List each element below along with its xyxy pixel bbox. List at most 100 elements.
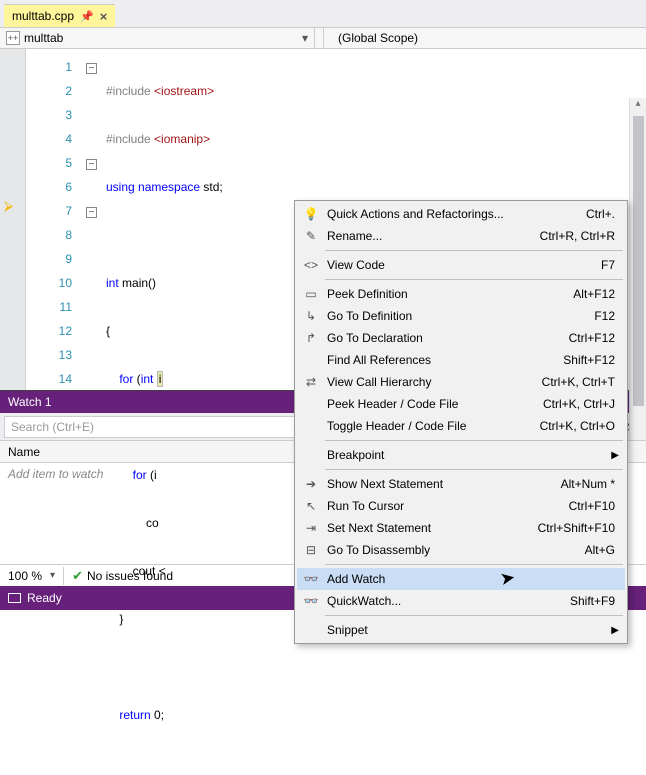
- chevron-down-icon[interactable]: ▾: [50, 570, 63, 581]
- context-menu-separator: [325, 469, 623, 470]
- nav-bar: ++ multtab ▾ (Global Scope): [0, 27, 646, 49]
- menu-item-shortcut: Ctrl+K, Ctrl+O: [540, 419, 625, 433]
- context-menu-item[interactable]: ➔ Show Next StatementAlt+Num *: [297, 473, 625, 495]
- pin-icon[interactable]: 📌: [80, 10, 94, 23]
- menu-item-shortcut: Ctrl+F12: [569, 331, 625, 345]
- menu-item-label: Find All References: [327, 353, 563, 367]
- context-menu-item[interactable]: Snippet▶: [297, 619, 625, 641]
- context-menu-item[interactable]: ⊟ Go To DisassemblyAlt+G: [297, 539, 625, 561]
- menu-item-label: Toggle Header / Code File: [327, 419, 540, 433]
- context-menu-item[interactable]: ▭Peek DefinitionAlt+F12: [297, 283, 625, 305]
- scrollbar-thumb[interactable]: [633, 116, 644, 406]
- nav-right-label: (Global Scope): [338, 31, 418, 45]
- menu-item-label: Go To Definition: [327, 309, 594, 323]
- menu-item-icon: 👓: [301, 594, 321, 608]
- menu-item-label: Peek Header / Code File: [327, 397, 543, 411]
- breakpoint-gutter[interactable]: ⮚: [0, 49, 26, 390]
- context-menu: 💡Quick Actions and Refactorings...Ctrl+.…: [294, 200, 628, 644]
- menu-item-label: Set Next Statement: [327, 521, 538, 535]
- context-menu-item[interactable]: Peek Header / Code FileCtrl+K, Ctrl+J: [297, 393, 625, 415]
- context-menu-separator: [325, 615, 623, 616]
- menu-item-icon: ↳: [301, 309, 321, 323]
- menu-item-label: Breakpoint: [327, 448, 625, 462]
- search-placeholder-label: Search (Ctrl+E): [11, 420, 94, 434]
- context-menu-item[interactable]: ↖ Run To CursorCtrl+F10: [297, 495, 625, 517]
- fold-toggle-icon[interactable]: −: [86, 159, 97, 170]
- context-menu-separator: [325, 250, 623, 251]
- scroll-up-arrow-icon[interactable]: ▴: [630, 98, 646, 109]
- current-statement-arrow-icon: ⮚: [4, 198, 13, 214]
- nav-scope-right[interactable]: (Global Scope): [324, 31, 646, 45]
- menu-item-icon: 💡: [301, 207, 321, 221]
- menu-item-shortcut: Ctrl+.: [586, 207, 625, 221]
- menu-item-shortcut: F12: [594, 309, 625, 323]
- menu-item-shortcut: Alt+Num *: [561, 477, 625, 491]
- context-menu-item[interactable]: 💡Quick Actions and Refactorings...Ctrl+.: [297, 203, 625, 225]
- file-type-icon: ++: [6, 31, 20, 45]
- file-tab[interactable]: multtab.cpp 📌 ×: [4, 4, 115, 27]
- context-menu-item[interactable]: Toggle Header / Code FileCtrl+K, Ctrl+O: [297, 415, 625, 437]
- menu-item-label: Go To Disassembly: [327, 543, 585, 557]
- menu-item-icon: ⊟: [301, 543, 321, 557]
- context-menu-item[interactable]: 👓 Add Watch: [297, 568, 625, 590]
- menu-item-shortcut: Ctrl+R, Ctrl+R: [540, 229, 625, 243]
- menu-item-icon: <>: [301, 258, 321, 272]
- check-circle-icon: ✔: [64, 568, 83, 584]
- menu-item-label: Peek Definition: [327, 287, 573, 301]
- context-menu-item[interactable]: ↳ Go To DefinitionF12: [297, 305, 625, 327]
- menu-item-shortcut: Alt+F12: [573, 287, 625, 301]
- context-menu-item[interactable]: 👓 QuickWatch...Shift+F9: [297, 590, 625, 612]
- menu-item-label: Go To Declaration: [327, 331, 569, 345]
- tab-strip: multtab.cpp 📌 ×: [0, 0, 646, 27]
- context-menu-separator: [325, 564, 623, 565]
- fold-gutter[interactable]: − − −: [86, 49, 106, 390]
- context-menu-item[interactable]: ↱Go To DeclarationCtrl+F12: [297, 327, 625, 349]
- menu-item-shortcut: Shift+F12: [563, 353, 625, 367]
- menu-item-label: Snippet: [327, 623, 625, 637]
- fold-toggle-icon[interactable]: −: [86, 63, 97, 74]
- menu-item-icon: 👓: [301, 572, 321, 586]
- close-icon[interactable]: ×: [100, 9, 108, 24]
- fold-toggle-icon[interactable]: −: [86, 207, 97, 218]
- menu-item-label: Add Watch: [327, 572, 615, 586]
- menu-item-icon: ↖: [301, 499, 321, 513]
- menu-item-label: View Code: [327, 258, 601, 272]
- menu-item-label: View Call Hierarchy: [327, 375, 542, 389]
- window-icon: [8, 593, 21, 603]
- menu-item-shortcut: Ctrl+K, Ctrl+T: [542, 375, 625, 389]
- menu-item-shortcut: Shift+F9: [570, 594, 625, 608]
- menu-item-label: QuickWatch...: [327, 594, 570, 608]
- context-menu-separator: [325, 279, 623, 280]
- submenu-arrow-icon: ▶: [611, 450, 619, 461]
- context-menu-separator: [325, 440, 623, 441]
- context-menu-item[interactable]: ⇄ View Call HierarchyCtrl+K, Ctrl+T: [297, 371, 625, 393]
- context-menu-item[interactable]: ✎ Rename...Ctrl+R, Ctrl+R: [297, 225, 625, 247]
- menu-item-shortcut: F7: [601, 258, 625, 272]
- context-menu-item[interactable]: ⇥Set Next StatementCtrl+Shift+F10: [297, 517, 625, 539]
- watch-placeholder-label: Add item to watch: [8, 467, 103, 481]
- symbol-highlight: i: [157, 371, 164, 387]
- menu-item-icon: ⇄: [301, 375, 321, 389]
- menu-item-label: Show Next Statement: [327, 477, 561, 491]
- watch-col-name-label: Name: [8, 445, 40, 459]
- nav-separator: [314, 28, 315, 48]
- nav-left-label: multtab: [24, 31, 63, 45]
- menu-item-shortcut: Ctrl+K, Ctrl+J: [543, 397, 625, 411]
- zoom-level-label[interactable]: 100 %: [0, 569, 50, 583]
- menu-item-label: Run To Cursor: [327, 499, 569, 513]
- nav-scope-left[interactable]: ++ multtab ▾: [0, 31, 314, 45]
- menu-item-icon: ➔: [301, 477, 321, 491]
- menu-item-shortcut: Ctrl+F10: [569, 499, 625, 513]
- chevron-down-icon[interactable]: ▾: [296, 31, 314, 45]
- context-menu-item[interactable]: Breakpoint▶: [297, 444, 625, 466]
- context-menu-item[interactable]: Find All ReferencesShift+F12: [297, 349, 625, 371]
- menu-item-shortcut: Alt+G: [585, 543, 625, 557]
- submenu-arrow-icon: ▶: [611, 625, 619, 636]
- context-menu-item[interactable]: <> View CodeF7: [297, 254, 625, 276]
- menu-item-shortcut: Ctrl+Shift+F10: [538, 521, 625, 535]
- line-number-gutter: 1234567891011121314: [26, 49, 86, 390]
- status-text: Ready: [27, 591, 62, 605]
- menu-item-icon: ✎: [301, 229, 321, 243]
- menu-item-label: Rename...: [327, 229, 540, 243]
- vertical-scrollbar[interactable]: ▴: [629, 98, 646, 439]
